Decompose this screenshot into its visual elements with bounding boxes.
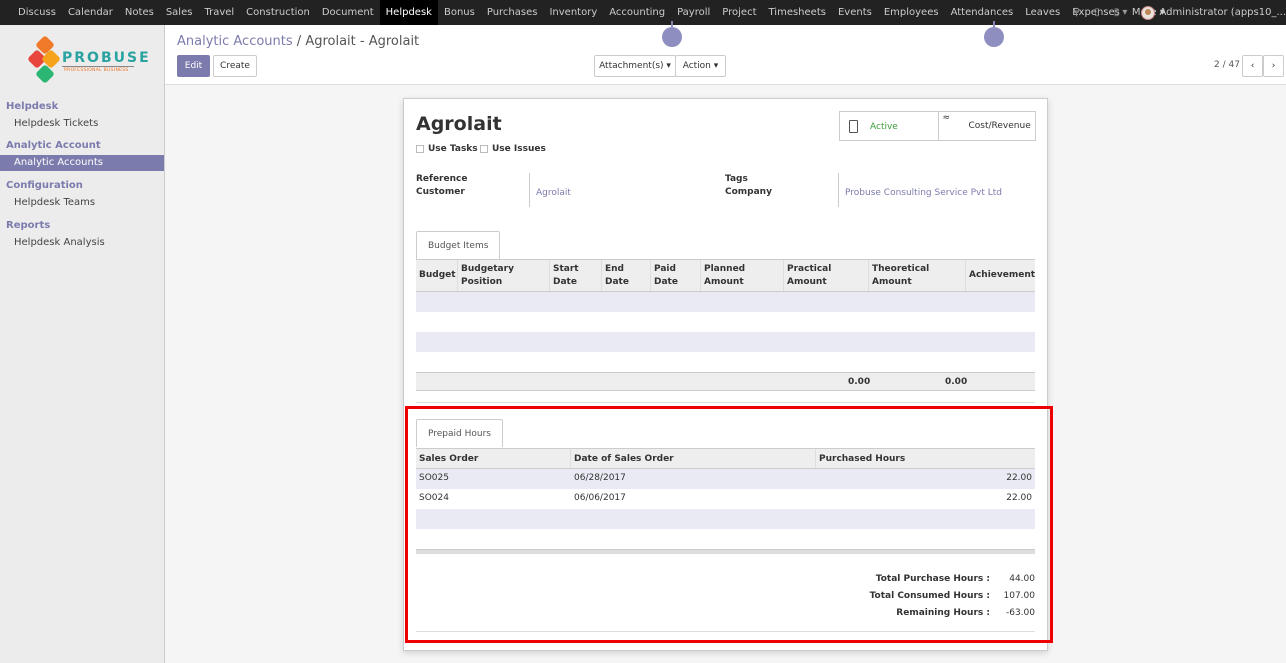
user-name: Administrator (apps10_... [1159,7,1286,18]
use-tasks-checkbox[interactable]: Use Tasks [416,144,478,154]
checkbox-icon [480,145,488,153]
tour-tip-dot[interactable] [662,21,682,47]
menu-item-payroll[interactable]: Payroll [671,0,716,25]
menu-item-inventory[interactable]: Inventory [543,0,603,25]
logo-hex-icon [27,35,61,90]
tab-budget-items[interactable]: Budget Items [416,231,501,259]
sidebar-item-helpdesk-tickets[interactable]: Helpdesk Tickets [0,116,164,132]
menu-item-employees[interactable]: Employees [878,0,945,25]
tour-tip-dot[interactable] [984,21,1004,47]
money-icon: ≈ [942,113,951,123]
tags-label: Tags [725,174,748,184]
table-row [416,292,1035,312]
use-issues-checkbox[interactable]: Use Issues [480,144,546,154]
sidebar: PROBUSE PROFESSIONAL BUSINESS Helpdesk H… [0,25,165,663]
stat-buttons: Active ≈ Cost/Revenue [839,111,1036,141]
control-panel: Analytic Accounts / Agrolait - Agrolait … [165,25,1286,85]
menu-item-accounting[interactable]: Accounting [603,0,671,25]
chevron-right-icon: › [1271,61,1276,71]
systray: ⚲ ▯ ▯ ▾ Administrator (apps10_... [1073,0,1286,25]
avatar [1141,5,1156,20]
table-row [416,312,1035,332]
table-row [416,352,1035,372]
highlight-box [405,406,1053,643]
menu-item-attendances[interactable]: Attendances [945,0,1020,25]
sidebar-item-analytic-accounts[interactable]: Analytic Accounts [0,155,164,171]
menu-item-events[interactable]: Events [832,0,878,25]
total-practical-amount: 0.00 [848,377,871,387]
budget-totals-row: 0.00 0.00 [416,372,1035,391]
breadcrumb-current: Agrolait - Agrolait [305,34,420,49]
sidebar-section-configuration: Configuration [6,180,83,191]
company-logo: PROBUSE PROFESSIONAL BUSINESS [27,35,149,90]
menu-item-timesheets[interactable]: Timesheets [763,0,832,25]
reference-label: Reference [416,174,468,184]
checkbox-icon [416,145,424,153]
company-value[interactable]: Probuse Consulting Service Pvt Ltd [845,188,1002,198]
chat-icon[interactable]: ▯ [1094,7,1100,18]
budget-table-header: Budget Budgetary Position Start Date End… [416,259,1035,292]
archive-icon [849,120,858,133]
menu-item-discuss[interactable]: Discuss [12,0,62,25]
record-title: Agrolait [416,113,502,135]
edit-button[interactable]: Edit [177,55,210,77]
menu-item-leaves[interactable]: Leaves [1019,0,1066,25]
menu-item-notes[interactable]: Notes [119,0,160,25]
sidebar-section-analytic-account: Analytic Account [6,140,101,151]
table-row [416,332,1035,352]
app-menu: Discuss Calendar Notes Sales Travel Construct… [12,0,1171,25]
cost-revenue-button[interactable]: ≈ Cost/Revenue [937,112,1036,140]
bug-icon[interactable]: ⚲ [1073,7,1080,18]
action-dropdown[interactable]: Action ▾ [675,55,726,77]
sidebar-item-helpdesk-analysis[interactable]: Helpdesk Analysis [0,235,164,251]
menu-item-travel[interactable]: Travel [198,0,240,25]
customer-value[interactable]: Agrolait [536,188,571,198]
menu-item-bonus[interactable]: Bonus [438,0,481,25]
user-menu[interactable]: Administrator (apps10_... [1141,5,1286,20]
menu-item-helpdesk[interactable]: Helpdesk [379,0,438,25]
pager-value[interactable]: 2 / 47 [1214,60,1240,70]
active-toggle-button[interactable]: Active [840,112,938,140]
breadcrumb: Analytic Accounts / Agrolait - Agrolait [177,34,420,49]
chevron-left-icon: ‹ [1250,61,1255,71]
menu-item-purchases[interactable]: Purchases [481,0,544,25]
pager-next-button[interactable]: › [1263,55,1284,77]
total-theoretical-amount: 0.00 [945,377,968,387]
activity-icon[interactable]: ▯ ▾ [1114,7,1128,18]
sidebar-section-helpdesk: Helpdesk [6,101,59,112]
top-menu-bar: Discuss Calendar Notes Sales Travel Construct… [0,0,1286,25]
menu-item-document[interactable]: Document [316,0,380,25]
create-button[interactable]: Create [213,55,257,77]
customer-label: Customer [416,187,465,197]
attachments-dropdown[interactable]: Attachment(s) ▾ [594,55,676,77]
menu-item-sales[interactable]: Sales [160,0,199,25]
sidebar-item-helpdesk-teams[interactable]: Helpdesk Teams [0,195,164,211]
menu-item-construction[interactable]: Construction [240,0,316,25]
menu-item-calendar[interactable]: Calendar [62,0,119,25]
breadcrumb-link[interactable]: Analytic Accounts [177,34,293,49]
menu-item-project[interactable]: Project [716,0,762,25]
company-label: Company [725,187,772,197]
pager-previous-button[interactable]: ‹ [1242,55,1263,77]
sidebar-section-reports: Reports [6,220,51,231]
